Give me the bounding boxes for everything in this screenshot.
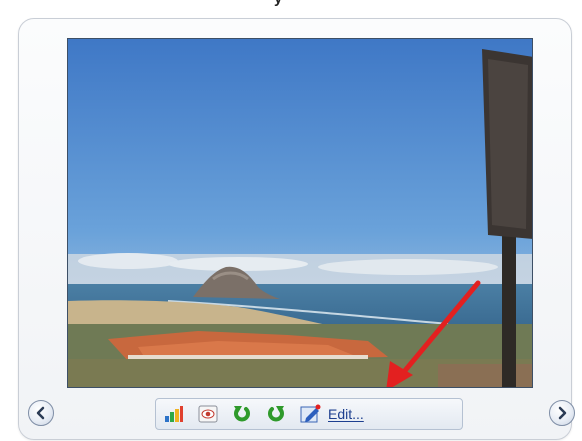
rotate-left-button[interactable]: [230, 403, 254, 425]
rotate-counterclockwise-icon: [234, 406, 250, 422]
eye-icon: [198, 405, 218, 423]
histogram-button[interactable]: [162, 403, 186, 425]
rotate-right-button[interactable]: [264, 403, 288, 425]
edit-button[interactable]: Edit...: [300, 401, 460, 427]
bar-chart-icon: [165, 406, 183, 422]
photo-preview: [67, 38, 533, 388]
photo-toolbar: Edit...: [155, 398, 463, 430]
chevron-right-icon: [558, 406, 567, 420]
edit-label: Edit...: [328, 406, 364, 422]
rotate-clockwise-icon: [268, 406, 284, 422]
previous-photo-button[interactable]: [28, 400, 54, 426]
next-photo-button[interactable]: [549, 400, 575, 426]
chevron-left-icon: [36, 406, 45, 420]
window-title-fragment: y: [274, 0, 282, 10]
edit-pencil-icon: [300, 404, 321, 423]
red-eye-button[interactable]: [196, 403, 220, 425]
